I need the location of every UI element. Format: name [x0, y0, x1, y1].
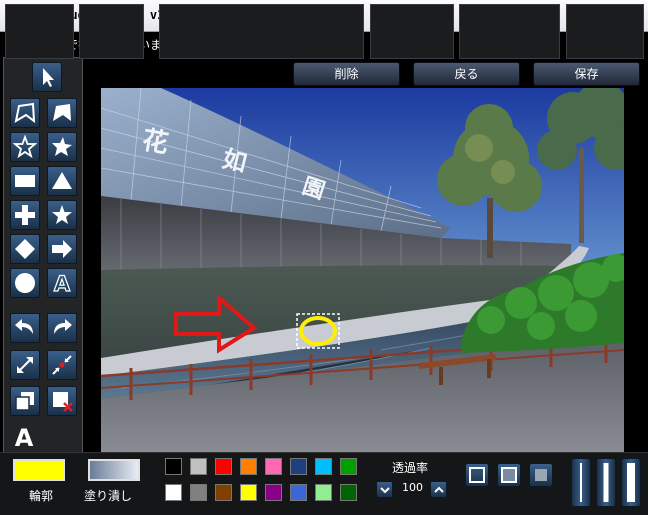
right-arrow-icon	[52, 240, 72, 258]
rectangle-icon	[15, 175, 35, 187]
star-tool-button[interactable]	[47, 200, 77, 230]
line-width-section	[566, 4, 644, 59]
save-button[interactable]: 保存	[533, 62, 640, 86]
arrow-pointer-icon	[43, 68, 54, 87]
palette-color-swatch[interactable]	[340, 484, 357, 501]
outline-only-button[interactable]	[465, 463, 489, 487]
shrink-button[interactable]	[47, 350, 77, 380]
opacity-increase-button[interactable]	[430, 481, 447, 498]
outline-fill-button[interactable]	[497, 463, 521, 487]
palette-color-swatch[interactable]	[165, 484, 182, 501]
medium-line-button[interactable]	[596, 458, 616, 507]
palette-color-swatch[interactable]	[340, 458, 357, 475]
circle-icon	[15, 273, 35, 293]
text-tool-button[interactable]: A	[10, 421, 40, 451]
chevron-down-icon	[380, 487, 390, 494]
polygon-outline-tool-button[interactable]	[10, 98, 40, 128]
star-filled-tool-button[interactable]	[47, 132, 77, 162]
palette-color-swatch[interactable]	[315, 484, 332, 501]
fill-mode-section	[459, 4, 560, 59]
opacity-value: 100	[402, 481, 423, 494]
svg-text:A: A	[15, 424, 34, 451]
rotate-right-icon	[54, 319, 72, 334]
palette-color-swatch[interactable]	[290, 484, 307, 501]
palette-color-swatch[interactable]	[265, 458, 282, 475]
text-icon: A	[15, 424, 34, 451]
rotate-right-button[interactable]	[47, 313, 77, 343]
rotate-left-button[interactable]	[10, 313, 40, 343]
palette-color-swatch[interactable]	[240, 484, 257, 501]
star-icon	[52, 205, 72, 224]
thick-line-button[interactable]	[621, 458, 641, 507]
plus-icon	[15, 205, 35, 225]
plus-tool-button[interactable]	[10, 200, 40, 230]
palette-color-swatch[interactable]	[290, 458, 307, 475]
opacity-label: 透過率	[392, 461, 429, 475]
outline-color-swatch[interactable]	[13, 459, 65, 481]
fill-label: 塗り潰し	[84, 489, 133, 503]
delete-shape-button[interactable]	[47, 386, 77, 416]
triangle-icon	[52, 172, 72, 189]
triangle-tool-button[interactable]	[47, 166, 77, 196]
fill-only-icon	[535, 469, 547, 481]
polygon-filled-icon	[53, 104, 71, 121]
expand-button[interactable]	[10, 350, 40, 380]
thin-line-button[interactable]	[571, 458, 591, 507]
palette-color-swatch[interactable]	[315, 458, 332, 475]
thick-line-icon	[627, 463, 635, 502]
medium-line-icon	[603, 463, 609, 502]
palette-color-swatch[interactable]	[190, 458, 207, 475]
outline-only-icon	[469, 467, 485, 483]
back-button[interactable]: 戻る	[413, 62, 520, 86]
palette-color-swatch[interactable]	[165, 458, 182, 475]
outline-label: 輪郭	[29, 489, 54, 503]
star-outline-icon	[13, 135, 37, 159]
star-outline-tool-button[interactable]	[10, 132, 40, 162]
svg-text:A: A	[54, 272, 71, 295]
circle-tool-button[interactable]	[10, 268, 40, 298]
palette-color-swatch[interactable]	[215, 458, 232, 475]
opacity-decrease-button[interactable]	[376, 481, 393, 498]
select-tool-button[interactable]	[32, 62, 62, 92]
outline-color-section[interactable]	[5, 4, 74, 59]
color-palette	[159, 4, 364, 59]
shrink-icon	[52, 355, 72, 375]
fill-color-swatch[interactable]	[88, 459, 140, 481]
polygon-filled-tool-button[interactable]	[47, 98, 77, 128]
outline-fill-icon	[501, 467, 517, 483]
delete-shape-icon	[53, 392, 73, 412]
chevron-up-icon	[434, 486, 444, 493]
polygon-outline-icon	[14, 102, 36, 124]
palette-color-swatch[interactable]	[240, 458, 257, 475]
delete-button[interactable]: 削除	[293, 62, 400, 86]
fill-only-button[interactable]	[529, 463, 553, 487]
vr-scene-viewport[interactable]: 花 如 園	[101, 88, 624, 452]
palette-color-swatch[interactable]	[215, 484, 232, 501]
opacity-section	[370, 4, 454, 59]
palette-color-swatch[interactable]	[265, 484, 282, 501]
arrow-shape-tool-button[interactable]	[47, 234, 77, 264]
star-filled-icon	[52, 137, 72, 156]
text-outline-tool-button[interactable]: A	[47, 268, 77, 298]
bring-front-icon	[15, 392, 34, 411]
svg-text:花: 花	[140, 125, 171, 159]
thin-line-icon	[580, 463, 582, 502]
diamond-icon	[15, 239, 35, 259]
diamond-tool-button[interactable]	[10, 234, 40, 264]
expand-icon	[17, 357, 33, 373]
fill-color-section[interactable]	[79, 4, 144, 59]
scene-image: 花 如 園	[101, 88, 624, 452]
rotate-left-icon	[15, 319, 33, 334]
text-outline-icon: A	[53, 271, 71, 295]
bring-to-front-button[interactable]	[10, 386, 40, 416]
palette-color-swatch[interactable]	[190, 484, 207, 501]
rectangle-tool-button[interactable]	[10, 166, 40, 196]
